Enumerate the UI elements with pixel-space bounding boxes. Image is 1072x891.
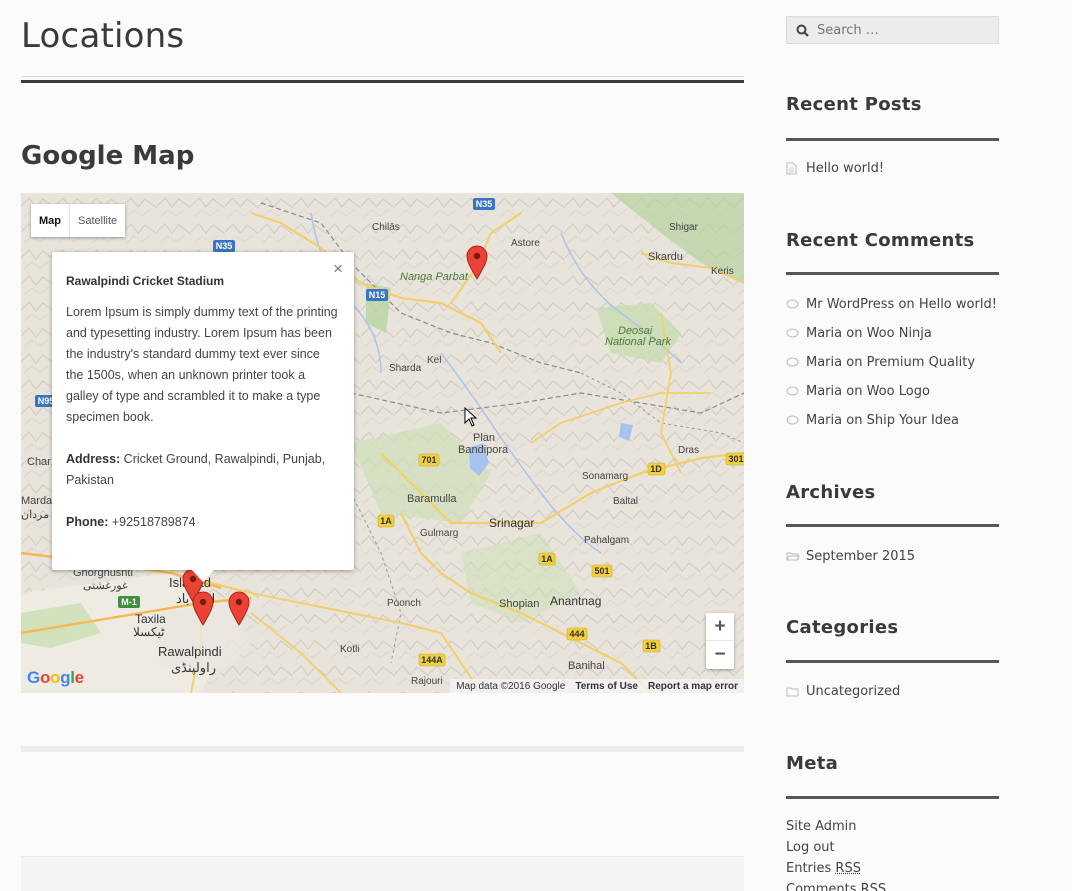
document-icon xyxy=(786,162,806,175)
rss-abbr: RSS xyxy=(835,861,861,876)
info-window-phone: Phone: +92518789874 xyxy=(66,512,340,533)
comment-post-link[interactable]: Woo Logo xyxy=(867,384,930,399)
list-item: Maria on Premium Quality xyxy=(786,348,997,377)
map-data-credit: Map data ©2016 Google xyxy=(456,680,566,692)
list-item: Maria on Woo Logo xyxy=(786,377,997,406)
phone-value: +92518789874 xyxy=(111,515,196,529)
folder-open-icon xyxy=(786,551,806,562)
comment-post-link[interactable]: Hello world! xyxy=(919,297,997,312)
comment-on-text: on xyxy=(846,326,863,341)
folder-icon xyxy=(786,686,806,697)
info-window: × Rawalpindi Cricket Stadium Lorem Ipsum… xyxy=(52,252,354,582)
page-title: Locations xyxy=(21,16,185,56)
content-footer-band xyxy=(21,856,744,891)
archive-link[interactable]: September 2015 xyxy=(806,549,915,564)
comment-author: Maria xyxy=(806,413,843,428)
comment-icon xyxy=(786,357,806,368)
widget-divider xyxy=(786,272,999,275)
map-type-map-button[interactable]: Map xyxy=(31,204,70,237)
widget-divider xyxy=(786,138,999,141)
content-divider xyxy=(21,746,744,752)
map-type-satellite-button[interactable]: Satellite xyxy=(70,204,125,237)
log-out-link[interactable]: Log out xyxy=(786,840,835,855)
recent-posts-list: Hello world! xyxy=(786,154,884,183)
recent-comments-title: Recent Comments xyxy=(786,230,975,251)
archives-list: September 2015 xyxy=(786,542,915,571)
meta-list: Site Admin Log out Entries RSS Comments … xyxy=(786,816,886,891)
comment-post-link[interactable]: Woo Ninja xyxy=(867,326,932,341)
recent-posts-title: Recent Posts xyxy=(786,94,922,115)
title-divider-thick xyxy=(21,80,744,83)
comment-author: Maria xyxy=(806,384,843,399)
comment-post-link[interactable]: Premium Quality xyxy=(867,355,975,370)
report-map-error-link[interactable]: Report a map error xyxy=(648,681,738,692)
categories-title: Categories xyxy=(786,617,899,638)
title-divider xyxy=(21,76,744,77)
meta-title: Meta xyxy=(786,753,839,774)
recent-comments-list: Mr WordPress on Hello world! Maria on Wo… xyxy=(786,290,997,435)
mouse-cursor-icon xyxy=(464,407,478,427)
info-window-description: Lorem Ipsum is simply dummy text of the … xyxy=(66,305,338,424)
terms-of-use-link[interactable]: Terms of Use xyxy=(575,681,638,692)
rss-abbr: RSS xyxy=(860,882,887,891)
zoom-control: + − xyxy=(706,613,734,669)
comment-on-text: on xyxy=(898,297,915,312)
map-marker[interactable] xyxy=(228,591,250,627)
post-link[interactable]: Hello world! xyxy=(806,161,884,176)
widget-divider xyxy=(786,660,999,663)
list-item: Maria on Ship Your Idea xyxy=(786,406,997,435)
search-input[interactable] xyxy=(817,22,987,38)
comment-on-text: on xyxy=(846,384,863,399)
page: Locations Google Map N35 N35 N15 N95 701… xyxy=(0,0,1072,891)
comments-rss-link[interactable]: Comments RSS xyxy=(786,879,886,891)
comment-icon xyxy=(786,386,806,397)
section-title: Google Map xyxy=(21,141,195,171)
list-item: Uncategorized xyxy=(786,677,900,706)
comment-author-link[interactable]: Mr WordPress xyxy=(806,297,894,312)
close-icon[interactable]: × xyxy=(333,259,343,279)
zoom-out-button[interactable]: − xyxy=(706,641,734,669)
list-item: Maria on Woo Ninja xyxy=(786,319,997,348)
google-map[interactable]: N35 N35 N15 N95 701 1A 1A 1D 301 501 444… xyxy=(21,193,744,693)
list-item: September 2015 xyxy=(786,542,915,571)
comment-icon xyxy=(786,299,806,310)
info-window-title: Rawalpindi Cricket Stadium xyxy=(66,274,225,288)
entries-rss-label: Entries xyxy=(786,861,836,876)
entries-rss-link[interactable]: Entries RSS xyxy=(786,858,886,879)
list-item: Mr WordPress on Hello world! xyxy=(786,290,997,319)
comment-on-text: on xyxy=(846,413,863,428)
map-marker[interactable] xyxy=(192,591,214,627)
map-marker[interactable] xyxy=(466,245,488,281)
map-attribution: Map data ©2016 Google Terms of Use Repor… xyxy=(450,679,744,693)
comment-author: Maria xyxy=(806,355,843,370)
search-icon[interactable] xyxy=(787,24,817,37)
info-window-address: Address: Cricket Ground, Rawalpindi, Pun… xyxy=(66,449,340,491)
zoom-in-button[interactable]: + xyxy=(706,613,734,641)
comment-icon xyxy=(786,328,806,339)
archives-title: Archives xyxy=(786,482,876,503)
comment-on-text: on xyxy=(846,355,863,370)
list-item: Hello world! xyxy=(786,154,884,183)
site-admin-link[interactable]: Site Admin xyxy=(786,819,857,834)
comment-author: Maria xyxy=(806,326,843,341)
map-type-control: Map Satellite xyxy=(31,204,126,237)
comments-rss-label: Comments xyxy=(786,882,861,891)
comment-icon xyxy=(786,415,806,426)
address-label: Address: xyxy=(66,452,121,466)
widget-divider xyxy=(786,796,999,799)
google-logo: Google xyxy=(27,668,84,687)
search-form xyxy=(786,16,999,44)
widget-divider xyxy=(786,524,999,527)
category-link[interactable]: Uncategorized xyxy=(806,684,900,699)
phone-label: Phone: xyxy=(66,515,109,529)
categories-list: Uncategorized xyxy=(786,677,900,706)
comment-post-link[interactable]: Ship Your Idea xyxy=(867,413,959,428)
